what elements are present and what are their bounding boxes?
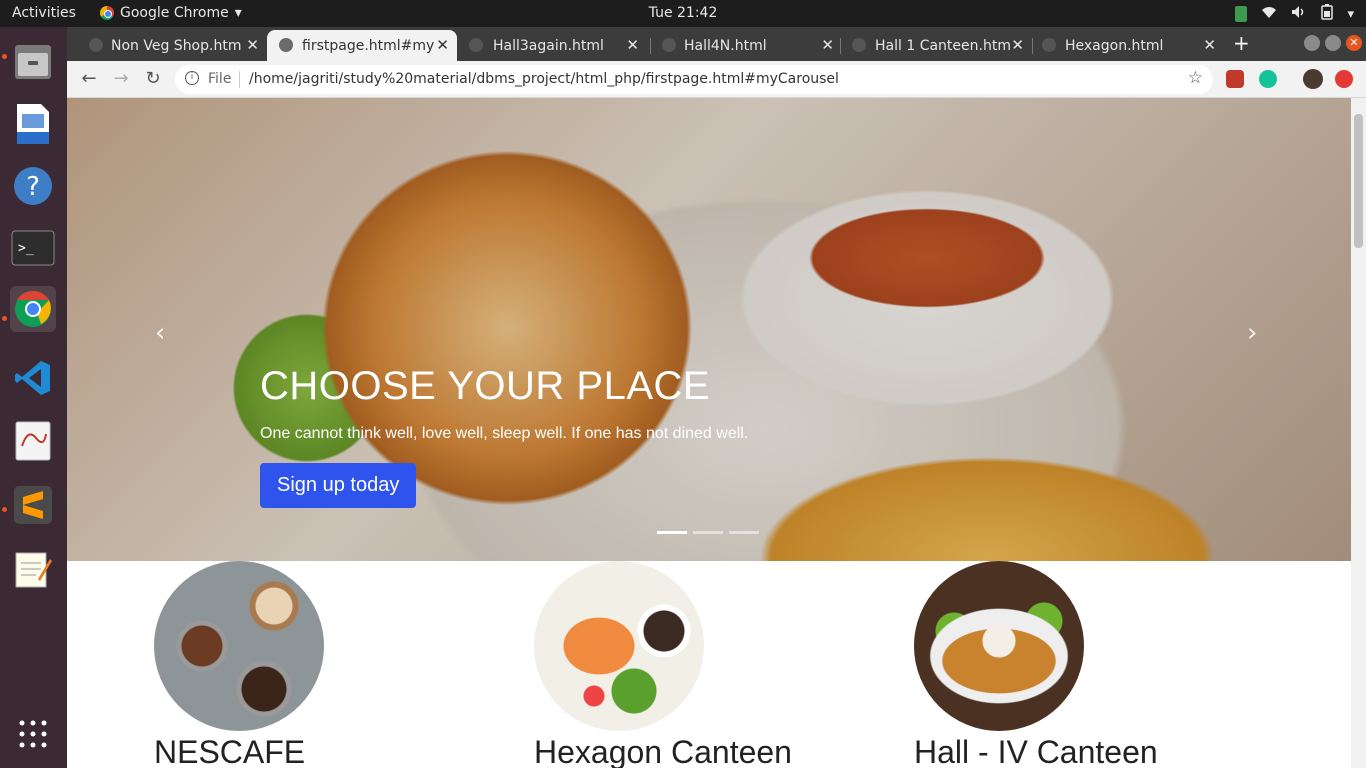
card-title: NESCAFE	[154, 734, 306, 768]
sublime-icon[interactable]	[10, 482, 56, 528]
running-indicator	[2, 316, 7, 321]
close-icon[interactable]: ✕	[1203, 36, 1216, 54]
close-icon[interactable]: ✕	[626, 36, 639, 54]
close-icon[interactable]: ✕	[246, 36, 259, 54]
running-indicator	[2, 507, 7, 512]
tab-divider	[650, 38, 651, 54]
page-favicon-icon	[469, 38, 483, 52]
tab-strip: Non Veg Shop.htm ✕ firstpage.html#my ✕ H…	[67, 27, 1366, 61]
power-menu-chevron-icon[interactable]: ▾	[1347, 7, 1354, 22]
updates-icon[interactable]	[1235, 6, 1248, 22]
page-favicon-icon	[852, 38, 866, 52]
address-bar[interactable]: i File /home/jagriti/study%20material/db…	[175, 65, 1213, 94]
canteen-cards: NESCAFE Hexagon Canteen Hall - IV Cantee…	[67, 561, 1351, 768]
browser-toolbar: ← → ↻ i File /home/jagriti/study%20mater…	[67, 61, 1366, 98]
card-hexagon-canteen[interactable]: Hexagon Canteen	[534, 561, 792, 768]
chrome-icon	[100, 6, 114, 20]
carousel-indicator[interactable]	[657, 531, 687, 534]
carousel-heading: CHOOSE YOUR PLACE	[260, 364, 711, 408]
system-top-bar: Activities Google Chrome ▾ Tue 21:42 ▾	[0, 0, 1366, 27]
minimize-button[interactable]	[1304, 35, 1320, 51]
coffee-image	[154, 561, 324, 731]
chevron-down-icon: ▾	[234, 5, 242, 21]
globe-icon	[279, 38, 293, 52]
tab-non-veg-shop[interactable]: Non Veg Shop.htm ✕	[67, 30, 267, 61]
files-icon[interactable]	[10, 39, 56, 85]
tab-hexagon[interactable]: Hexagon.html ✕	[1034, 30, 1224, 61]
help-icon[interactable]: ?	[10, 163, 56, 209]
update-icon[interactable]	[1335, 70, 1353, 88]
page-scrollbar[interactable]	[1351, 98, 1366, 768]
grammarly-icon[interactable]	[1259, 70, 1277, 88]
tab-title: Hall4N.html	[684, 37, 767, 54]
carousel-tagline: One cannot think well, love well, sleep …	[260, 425, 749, 442]
writer-icon[interactable]	[10, 101, 56, 147]
tab-hall4n[interactable]: Hall4N.html ✕	[652, 30, 842, 61]
battery-icon[interactable]	[1321, 4, 1334, 24]
app-grid-icon[interactable]	[10, 711, 56, 757]
tab-title: Hexagon.html	[1065, 37, 1164, 54]
running-indicator	[2, 54, 7, 59]
tab-title: firstpage.html#my	[302, 37, 435, 54]
page-favicon-icon	[662, 38, 676, 52]
app-menu-label: Google Chrome	[120, 5, 229, 21]
hero-carousel[interactable]: ‹ › CHOOSE YOUR PLACE One cannot think w…	[67, 98, 1351, 561]
tab-hall3again[interactable]: Hall3again.html ✕	[457, 30, 647, 61]
card-hall-iv-canteen[interactable]: Hall - IV Canteen	[914, 561, 1158, 768]
carousel-indicator[interactable]	[693, 531, 723, 534]
card-nescafe[interactable]: NESCAFE	[154, 561, 324, 768]
url-text[interactable]: /home/jagriti/study%20material/dbms_proj…	[249, 71, 839, 87]
card-title: Hexagon Canteen	[534, 734, 792, 768]
document-viewer-icon[interactable]	[10, 418, 56, 464]
svg-text:>_: >_	[18, 241, 34, 256]
avatar[interactable]	[1303, 69, 1323, 89]
carousel-indicator[interactable]	[729, 531, 759, 534]
bookmark-star-icon[interactable]: ☆	[1188, 68, 1203, 88]
terminal-icon[interactable]: >_	[10, 225, 56, 271]
tab-title: Hall 1 Canteen.htm	[875, 37, 1011, 54]
text-editor-icon[interactable]	[10, 546, 56, 592]
tab-title: Hall3again.html	[493, 37, 604, 54]
close-icon[interactable]: ✕	[1011, 36, 1024, 54]
salmon-dish-image	[534, 561, 704, 731]
carousel-prev-icon[interactable]: ‹	[155, 318, 165, 348]
card-title: Hall - IV Canteen	[914, 734, 1158, 768]
system-tray[interactable]: ▾	[1235, 4, 1354, 24]
reload-button[interactable]: ↻	[141, 67, 165, 91]
dock: ? >_	[0, 27, 67, 768]
activities-button[interactable]: Activities	[12, 5, 76, 21]
back-button[interactable]: ←	[77, 67, 101, 91]
sign-up-button[interactable]: Sign up today	[260, 463, 417, 508]
tab-title: Non Veg Shop.htm	[111, 37, 242, 54]
close-icon[interactable]: ✕	[436, 36, 449, 54]
forward-button[interactable]: →	[109, 67, 133, 91]
maximize-button[interactable]	[1325, 35, 1341, 51]
vscode-icon[interactable]	[10, 355, 56, 401]
page-favicon-icon	[89, 38, 103, 52]
fried-chicken-image	[914, 561, 1084, 731]
chrome-icon[interactable]	[10, 286, 56, 332]
wifi-icon[interactable]	[1261, 5, 1277, 23]
tab-divider	[840, 38, 841, 54]
tab-hall1-canteen[interactable]: Hall 1 Canteen.htm ✕	[842, 30, 1032, 61]
close-icon[interactable]: ✕	[821, 36, 834, 54]
page-viewport: ‹ › CHOOSE YOUR PLACE One cannot think w…	[67, 98, 1351, 768]
close-window-button[interactable]: ✕	[1346, 35, 1362, 51]
scheme-label: File	[208, 71, 232, 87]
tab-firstpage[interactable]: firstpage.html#my ✕	[267, 30, 457, 61]
volume-icon[interactable]	[1291, 5, 1307, 23]
carousel-caption: CHOOSE YOUR PLACE One cannot think well,…	[260, 364, 748, 508]
omnibox-divider	[239, 71, 240, 88]
carousel-indicators	[657, 531, 759, 534]
info-icon[interactable]: i	[185, 71, 199, 85]
page-favicon-icon	[1042, 38, 1056, 52]
svg-text:?: ?	[26, 172, 40, 202]
scrollbar-thumb[interactable]	[1354, 114, 1363, 248]
tab-divider	[1032, 38, 1033, 54]
new-tab-button[interactable]: +	[1233, 31, 1250, 55]
app-menu[interactable]: Google Chrome ▾	[100, 5, 242, 21]
extension-icon[interactable]	[1226, 70, 1244, 88]
carousel-next-icon[interactable]: ›	[1247, 318, 1257, 348]
